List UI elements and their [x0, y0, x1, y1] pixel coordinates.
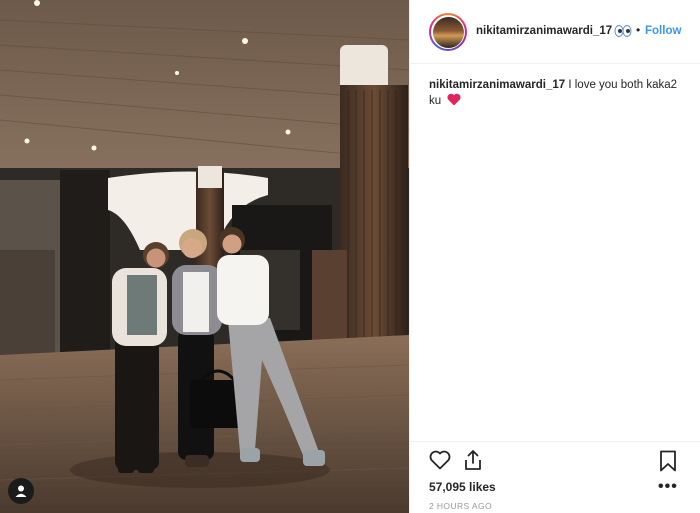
post-actions: 57,095 likes ••• 2 HOURS AGO [410, 441, 700, 513]
user-tag-icon[interactable] [8, 478, 34, 504]
likes-count[interactable]: 57,095 likes [429, 480, 496, 494]
avatar[interactable] [432, 16, 464, 48]
story-ring[interactable] [429, 13, 467, 51]
instagram-post: nikitamirzanimawardi_17 • Follow nikitam… [0, 0, 700, 513]
save-glyph [660, 450, 676, 472]
more-options-button[interactable]: ••• [658, 478, 678, 496]
post-header: nikitamirzanimawardi_17 • Follow [410, 0, 700, 64]
post-photo-graphic [0, 0, 409, 513]
post-sidebar: nikitamirzanimawardi_17 • Follow nikitam… [409, 0, 700, 513]
follow-button[interactable]: Follow [645, 25, 681, 37]
post-photo[interactable] [0, 0, 409, 513]
avatar-border [431, 15, 465, 49]
like-glyph [429, 450, 451, 470]
post-timestamp[interactable]: 2 HOURS AGO [429, 501, 492, 511]
header-separator: • [636, 23, 641, 37]
user-tag-glyph [15, 485, 27, 497]
heart-outline-icon[interactable] [429, 450, 451, 475]
share-glyph [465, 450, 481, 470]
eyes-emoji-glyph [614, 25, 632, 37]
caption: nikitamirzanimawardi_17 I love you both … [429, 77, 684, 111]
heart-emoji-glyph [447, 93, 461, 106]
caption-username[interactable]: nikitamirzanimawardi_17 [429, 79, 565, 91]
emoji-icon [614, 24, 632, 38]
share-icon[interactable] [463, 449, 483, 476]
header-username[interactable]: nikitamirzanimawardi_17 [476, 25, 612, 37]
red-heart-emoji [447, 93, 461, 111]
bookmark-icon[interactable] [659, 450, 677, 477]
